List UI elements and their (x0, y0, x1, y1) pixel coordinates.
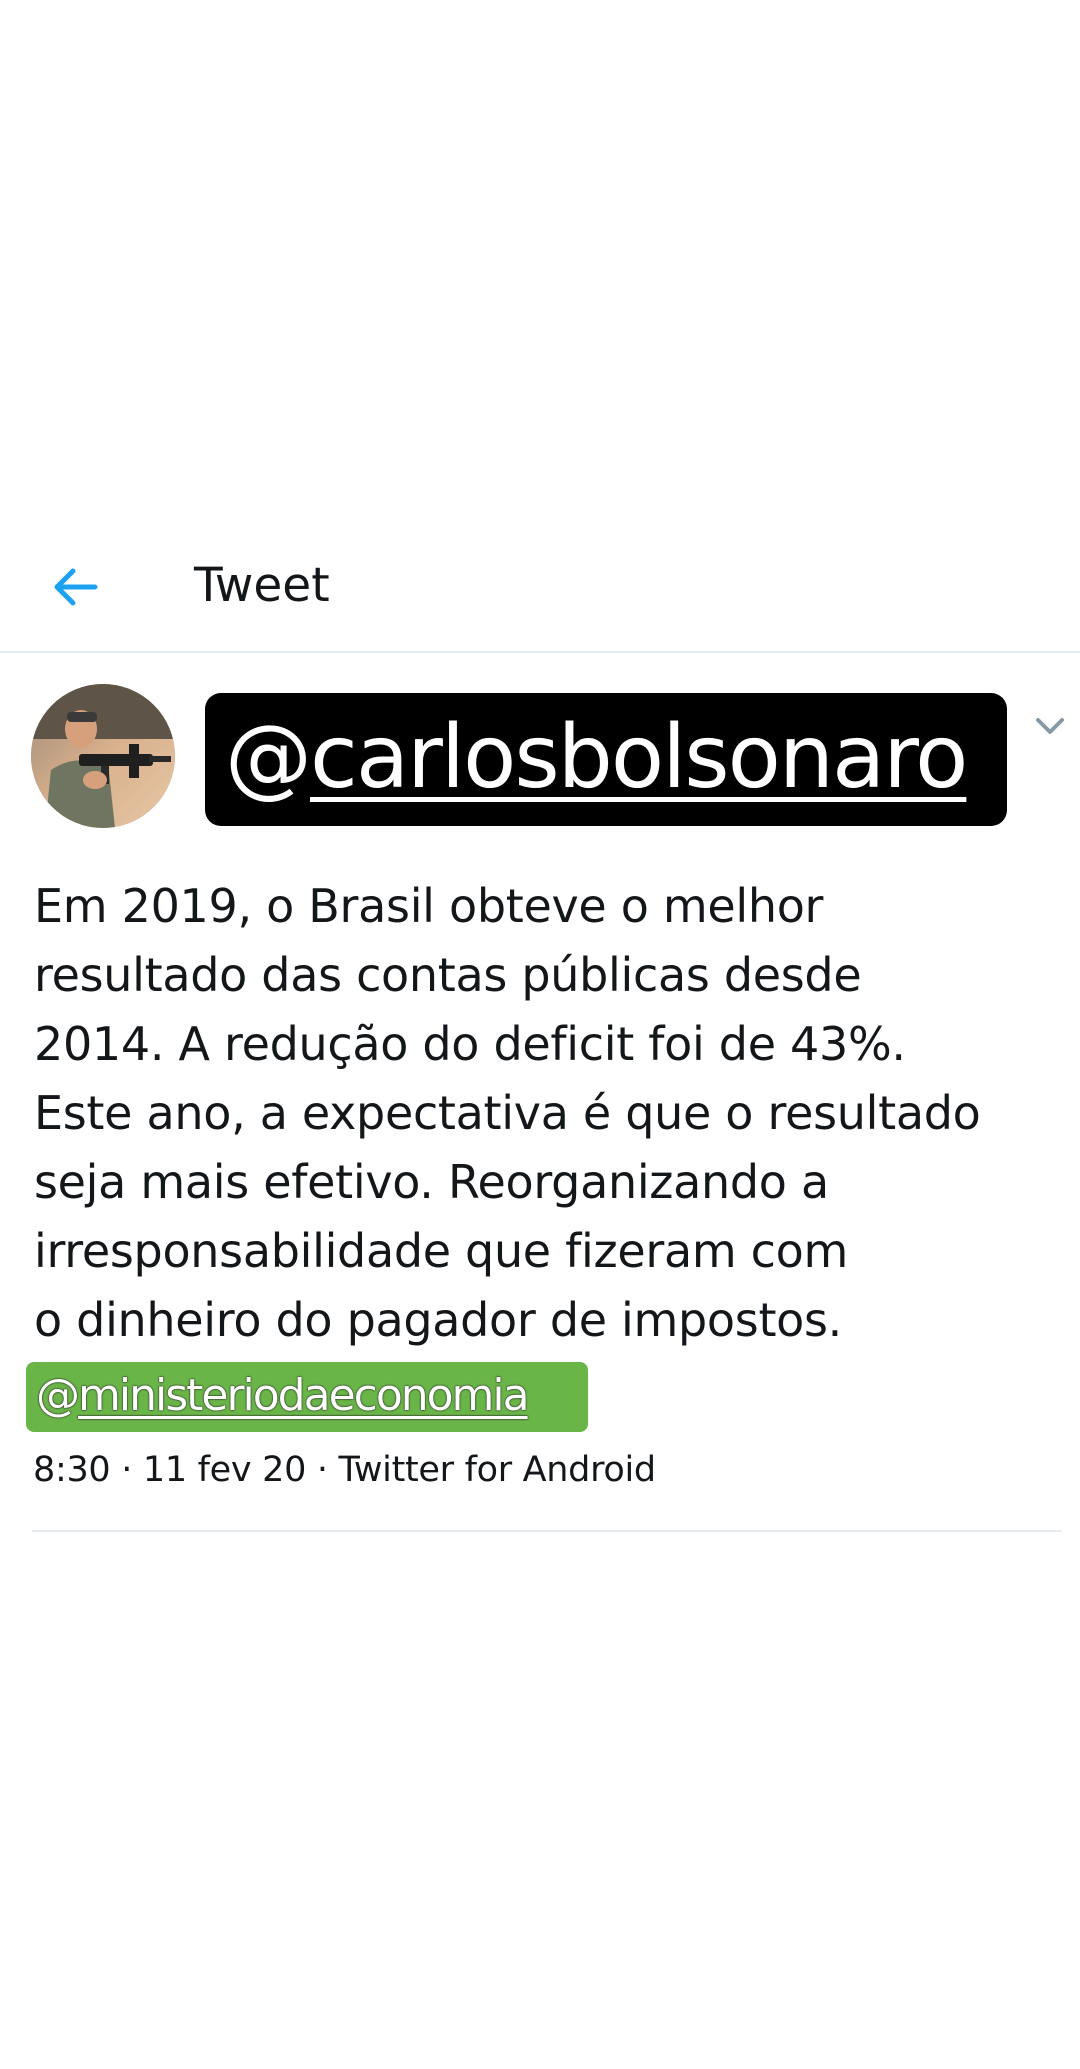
top-bar: Tweet (0, 540, 1080, 652)
avatar[interactable] (31, 684, 175, 828)
username-link[interactable]: @carlosbolsonaro (225, 701, 968, 813)
mention-at-sign: @ (36, 1370, 80, 1421)
username-label-box: @carlosbolsonaro (205, 693, 1007, 826)
chevron-down-icon (1036, 718, 1064, 734)
username-at-sign: @ (225, 706, 312, 808)
back-button[interactable] (40, 552, 110, 622)
avatar-photo (31, 684, 175, 828)
tweet-timestamp: 8:30 · 11 fev 20 · Twitter for Android (33, 1450, 656, 1490)
mention-label-box: @ministeriodaeconomia (26, 1362, 588, 1432)
tweet-body: Em 2019, o Brasil obteve o melhor result… (34, 879, 981, 1347)
username-text: carlosbolsonaro (310, 706, 968, 808)
mention-link[interactable]: @ministeriodaeconomia (36, 1366, 530, 1426)
mention-text: ministeriodaeconomia (78, 1370, 530, 1421)
header-divider (0, 651, 1080, 653)
page-title: Tweet (194, 558, 330, 613)
tweet-divider (32, 1530, 1062, 1532)
tweet-menu-button[interactable] (1030, 708, 1070, 744)
arrow-left-icon (54, 568, 98, 606)
